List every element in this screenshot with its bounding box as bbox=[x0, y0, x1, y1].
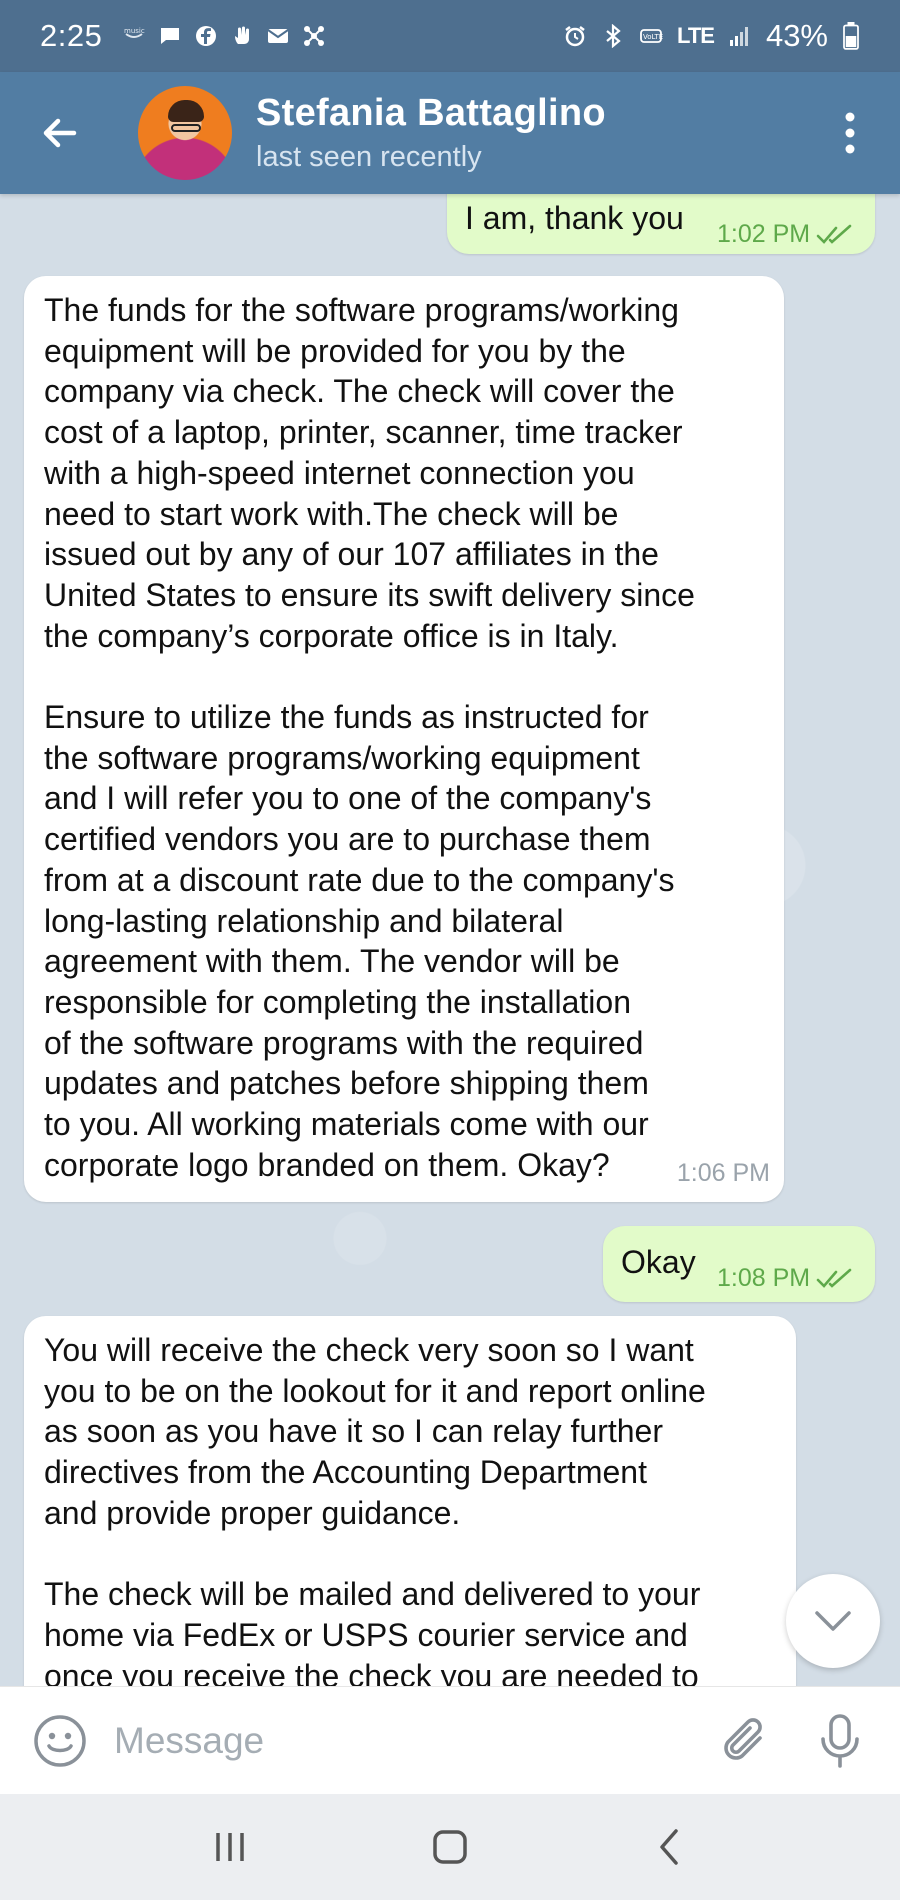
recent-apps-button[interactable] bbox=[200, 1817, 260, 1877]
avatar-glasses bbox=[171, 124, 201, 132]
arrow-left-icon bbox=[43, 118, 77, 148]
chevron-left-icon bbox=[660, 1829, 678, 1865]
volte-icon: VoLTE bbox=[639, 24, 663, 48]
facebook-icon bbox=[194, 24, 218, 48]
contact-info[interactable]: Stefania Battaglino last seen recently bbox=[256, 92, 606, 174]
battery-icon bbox=[842, 22, 860, 50]
system-back-button[interactable] bbox=[640, 1817, 700, 1877]
message-list[interactable]: I am, thank you 1:02 PM The funds for th… bbox=[0, 194, 900, 1686]
contact-last-seen: last seen recently bbox=[256, 141, 482, 173]
music-icon: music bbox=[122, 24, 146, 48]
status-right: VoLTE LTE 43% bbox=[563, 18, 860, 54]
contact-name: Stefania Battaglino bbox=[256, 92, 606, 134]
battery-percent: 43% bbox=[765, 18, 828, 53]
system-navigation-bar bbox=[0, 1794, 900, 1900]
message-incoming[interactable]: The funds for the software programs/work… bbox=[24, 276, 784, 1202]
emoji-button[interactable] bbox=[32, 1713, 88, 1769]
message-time-text: 1:02 PM bbox=[717, 220, 811, 248]
message-outgoing[interactable]: Okay 1:08 PM bbox=[603, 1226, 875, 1302]
double-check-icon bbox=[816, 1268, 854, 1290]
message-text: The funds for the software programs/work… bbox=[44, 292, 695, 1183]
status-time: 2:25 bbox=[40, 18, 103, 53]
message-time: 1:08 PM bbox=[717, 1258, 854, 1299]
paperclip-icon bbox=[724, 1717, 762, 1760]
chat-icon bbox=[158, 24, 182, 48]
hand-icon bbox=[230, 24, 254, 48]
more-vertical-icon bbox=[845, 112, 855, 154]
message-time-text: 1:08 PM bbox=[717, 1264, 811, 1292]
chat-header: Stefania Battaglino last seen recently bbox=[0, 72, 900, 194]
status-bar: 2:25 music VoLTE LTE 43% bbox=[0, 0, 900, 72]
double-check-icon bbox=[816, 224, 854, 246]
message-incoming[interactable]: You will receive the check very soon so … bbox=[24, 1316, 796, 1686]
network-icon bbox=[302, 24, 326, 48]
message-time: 1:02 PM bbox=[717, 214, 854, 255]
attach-button[interactable] bbox=[720, 1714, 770, 1768]
alarm-icon bbox=[563, 24, 587, 48]
avatar[interactable] bbox=[138, 86, 232, 180]
message-text: Okay bbox=[621, 1244, 696, 1280]
message-input[interactable] bbox=[114, 1719, 720, 1762]
chevron-down-icon bbox=[815, 1611, 851, 1631]
scroll-down-button[interactable] bbox=[786, 1574, 880, 1668]
message-text: I am, thank you bbox=[465, 200, 684, 236]
signal-icon bbox=[728, 24, 752, 48]
message-text: You will receive the check very soon so … bbox=[44, 1332, 706, 1686]
avatar-hair bbox=[168, 100, 204, 122]
home-icon bbox=[433, 1830, 467, 1864]
svg-text:VoLTE: VoLTE bbox=[643, 33, 663, 41]
message-outgoing[interactable]: I am, thank you 1:02 PM bbox=[447, 194, 875, 254]
home-button[interactable] bbox=[420, 1817, 480, 1877]
chat-screen: 2:25 music VoLTE LTE 43% Stefania Battag… bbox=[0, 0, 900, 1900]
mail-icon bbox=[266, 24, 290, 48]
microphone-icon bbox=[821, 1713, 859, 1768]
message-composer bbox=[0, 1686, 900, 1794]
back-button[interactable] bbox=[30, 103, 90, 163]
bluetooth-icon bbox=[601, 24, 625, 48]
svg-text:music: music bbox=[124, 27, 145, 35]
microphone-button[interactable] bbox=[818, 1713, 862, 1769]
smiley-icon bbox=[34, 1714, 86, 1767]
more-options-button[interactable] bbox=[830, 103, 870, 163]
network-type: LTE bbox=[677, 23, 715, 48]
recents-icon bbox=[216, 1833, 244, 1861]
notification-icons: music bbox=[122, 24, 326, 48]
message-time: 1:06 PM bbox=[676, 1159, 770, 1188]
